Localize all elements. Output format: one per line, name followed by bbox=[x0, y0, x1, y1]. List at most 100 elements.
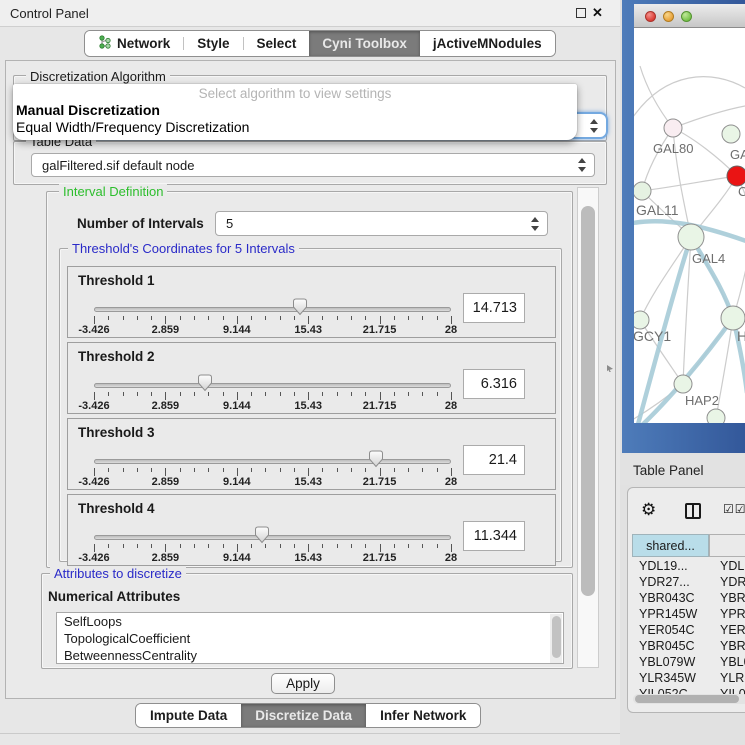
table-row[interactable]: YBR045CYBR0 bbox=[632, 638, 745, 654]
slider-track[interactable] bbox=[94, 459, 451, 464]
table-data-combobox[interactable]: galFiltered.sif default node bbox=[31, 153, 595, 177]
threshold-4-panel: Threshold 4 -3.4262.8599.14415.4321.7152… bbox=[67, 494, 556, 566]
slider-track[interactable] bbox=[94, 535, 451, 540]
cell-name: YBR0 bbox=[709, 591, 745, 605]
list-item[interactable]: SelfLoops bbox=[57, 613, 563, 630]
node-selected-red[interactable] bbox=[727, 166, 745, 186]
tab-style[interactable]: Style bbox=[184, 31, 242, 56]
numerical-attributes-list[interactable]: SelfLoops TopologicalCoefficient Between… bbox=[56, 612, 564, 664]
cell-shared: YBR045C bbox=[632, 639, 709, 653]
algorithm-dropdown-popup: Select algorithm to view settings Manual… bbox=[13, 84, 577, 140]
table-header-row: shared... n bbox=[632, 534, 745, 557]
slider-tick-labels: -3.4262.8599.14415.4321.71528 bbox=[94, 324, 451, 336]
node-partial-right[interactable] bbox=[721, 306, 745, 330]
cell-shared: YBL079W bbox=[632, 655, 709, 669]
float-window-icon[interactable] bbox=[576, 8, 586, 18]
list-item[interactable]: TopologicalCoefficient bbox=[57, 630, 563, 647]
tab-infer-network[interactable]: Infer Network bbox=[366, 704, 480, 727]
slider-thumb[interactable] bbox=[368, 450, 384, 468]
slider-ticks bbox=[94, 316, 451, 324]
table-row[interactable]: YDL19...YDL1 bbox=[632, 558, 745, 574]
tab-jactivemnodules[interactable]: jActiveMNodules bbox=[420, 31, 555, 56]
scrollbar-thumb[interactable] bbox=[581, 206, 595, 596]
table-data-combo-value: galFiltered.sif default node bbox=[42, 158, 194, 173]
list-scrollbar[interactable] bbox=[550, 614, 562, 663]
scrollbar-thumb[interactable] bbox=[635, 695, 739, 703]
tab-network[interactable]: Network bbox=[85, 31, 183, 56]
close-icon[interactable]: ✕ bbox=[592, 5, 603, 21]
cell-shared: YDL19... bbox=[632, 559, 709, 573]
slider-thumb[interactable] bbox=[254, 526, 270, 544]
interval-definition-group: Interval Definition Number of Intervals … bbox=[46, 191, 573, 568]
bottom-tab-bar: Impute Data Discretize Data Infer Networ… bbox=[135, 703, 481, 728]
table-row[interactable]: YBR043CYBR0 bbox=[632, 590, 745, 606]
num-intervals-combobox[interactable]: 5 bbox=[215, 211, 548, 236]
combo-stepper-icon bbox=[578, 158, 587, 172]
node-label-hap2: HAP2 bbox=[685, 393, 719, 408]
apply-button[interactable]: Apply bbox=[271, 673, 335, 694]
cell-name: YER0 bbox=[709, 623, 745, 637]
slider-ticks bbox=[94, 468, 451, 476]
slider-ticks bbox=[94, 544, 451, 552]
slider-thumb[interactable] bbox=[292, 298, 308, 316]
attributes-group: Attributes to discretize Numerical Attri… bbox=[41, 573, 573, 669]
tab-cyni-toolbox[interactable]: Cyni Toolbox bbox=[309, 31, 420, 56]
table-horizontal-scrollbar[interactable] bbox=[633, 694, 745, 704]
tab-impute-data[interactable]: Impute Data bbox=[136, 704, 241, 727]
column-header-name[interactable]: n bbox=[709, 534, 745, 557]
gear-icon[interactable]: ⚙ bbox=[641, 500, 656, 520]
cell-name: YBL0 bbox=[709, 655, 745, 669]
threshold-1-panel: Threshold 1 -3.4262.8599.14415.4321.7152… bbox=[67, 266, 556, 338]
node-gcy1[interactable] bbox=[634, 311, 649, 329]
threshold-2-panel: Threshold 2 -3.4262.8599.14415.4321.7152… bbox=[67, 342, 556, 414]
columns-icon[interactable] bbox=[685, 503, 701, 519]
node-partial-top[interactable] bbox=[722, 125, 740, 143]
cell-shared: YDR27... bbox=[632, 575, 709, 589]
table-row[interactable]: YDR27...YDR2 bbox=[632, 574, 745, 590]
popup-hint: Select algorithm to view settings bbox=[13, 84, 577, 101]
node-gal11[interactable] bbox=[634, 182, 651, 200]
main-vertical-scrollbar[interactable] bbox=[577, 187, 599, 668]
checkboxes-icon[interactable]: ☑☑ bbox=[723, 502, 745, 516]
network-canvas[interactable]: GAL80 GA C GAL11 GAL4 GCY1 H HAP2 bbox=[634, 28, 745, 423]
node-hap2[interactable] bbox=[674, 375, 692, 393]
cell-shared: YLR345W bbox=[632, 671, 709, 685]
threshold-value-field[interactable]: 6.316 bbox=[463, 369, 525, 399]
table-row[interactable]: YER054CYER0 bbox=[632, 622, 745, 638]
node-gal4[interactable] bbox=[678, 224, 704, 250]
tab-label: Style bbox=[197, 36, 229, 51]
node-label-gal4: GAL4 bbox=[692, 251, 725, 266]
cell-shared: YBR043C bbox=[632, 591, 709, 605]
scrollbar-thumb[interactable] bbox=[552, 616, 561, 658]
threshold-3-panel: Threshold 3 -3.4262.8599.14415.4321.7152… bbox=[67, 418, 556, 490]
minimize-traffic-light-icon[interactable] bbox=[663, 11, 674, 22]
table-row[interactable]: YPR145WYPR1 bbox=[632, 606, 745, 622]
threshold-value-field[interactable]: 21.4 bbox=[463, 445, 525, 475]
popup-option-manual[interactable]: Manual Discretization bbox=[13, 101, 577, 118]
close-traffic-light-icon[interactable] bbox=[645, 11, 656, 22]
table-row[interactable]: YLR345WYLR3 bbox=[632, 670, 745, 686]
slider-thumb[interactable] bbox=[197, 374, 213, 392]
tab-discretize-data[interactable]: Discretize Data bbox=[241, 704, 366, 727]
cell-name: YDL1 bbox=[709, 559, 745, 573]
slider-track[interactable] bbox=[94, 383, 451, 388]
column-header-shared[interactable]: shared... bbox=[632, 534, 709, 557]
popup-option-equal-width[interactable]: Equal Width/Frequency Discretization bbox=[13, 118, 577, 135]
threshold-value-field[interactable]: 14.713 bbox=[463, 293, 525, 323]
slider-track[interactable] bbox=[94, 307, 451, 312]
top-tab-bar: Network Style Select Cyni Toolbox jActiv… bbox=[84, 30, 556, 57]
threshold-value-field[interactable]: 11.344 bbox=[463, 521, 525, 551]
zoom-traffic-light-icon[interactable] bbox=[681, 11, 692, 22]
tab-label: Discretize Data bbox=[255, 708, 352, 723]
network-view-window[interactable]: GAL80 GA C GAL11 GAL4 GCY1 H HAP2 bbox=[622, 0, 745, 453]
list-item[interactable]: BetweennessCentrality bbox=[57, 647, 563, 664]
thresholds-group-title: Threshold's Coordinates for 5 Intervals bbox=[68, 241, 299, 256]
tab-label: Impute Data bbox=[150, 708, 227, 723]
tab-select[interactable]: Select bbox=[244, 31, 310, 56]
table-row[interactable]: YBL079WYBL0 bbox=[632, 654, 745, 670]
node-gal80[interactable] bbox=[664, 119, 682, 137]
tab-label: Network bbox=[117, 36, 170, 51]
network-window-titlebar[interactable] bbox=[634, 4, 745, 28]
node-partial-bottom[interactable] bbox=[707, 409, 725, 423]
tab-label: jActiveMNodules bbox=[433, 36, 542, 51]
